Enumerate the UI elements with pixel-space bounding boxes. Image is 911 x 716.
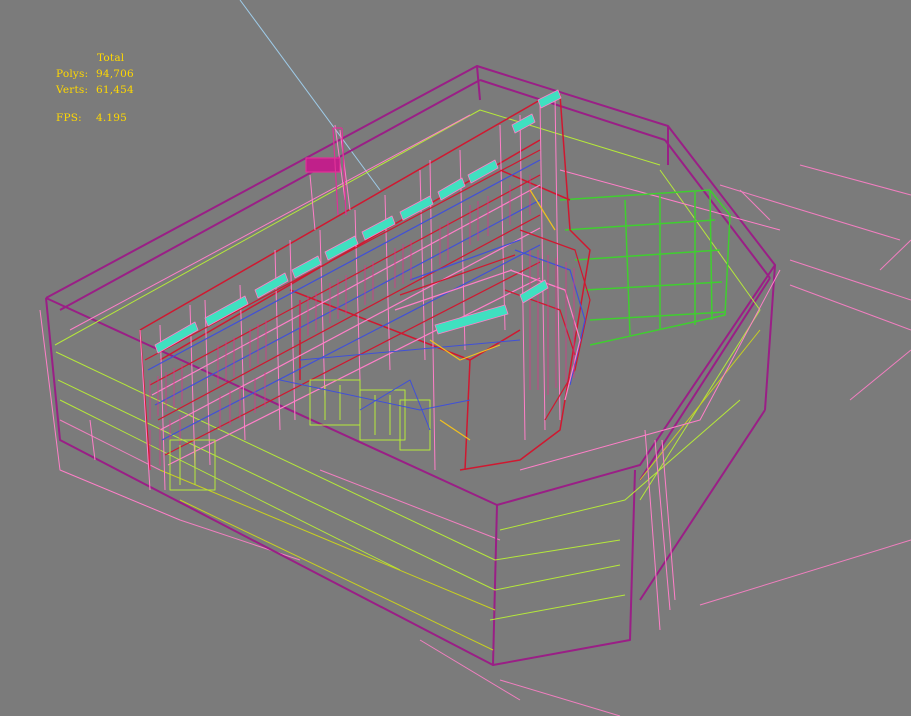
stats-header: Total bbox=[97, 52, 125, 64]
wireframe-scene[interactable] bbox=[0, 0, 911, 716]
polys-row: Polys: 94,706 bbox=[56, 66, 134, 82]
polys-value: 94,706 bbox=[96, 68, 134, 80]
olive-lines bbox=[159, 329, 761, 651]
polys-label: Polys: bbox=[56, 68, 89, 80]
viewport-3d[interactable]: Total Polys: 94,706 Verts: 61,454 FPS: 4.19… bbox=[0, 0, 911, 716]
fps-label: FPS: bbox=[56, 112, 82, 124]
fps-value: 4.195 bbox=[96, 112, 128, 124]
verts-label: Verts: bbox=[56, 84, 89, 96]
verts-value: 61,454 bbox=[96, 84, 134, 96]
stats-gap bbox=[56, 98, 134, 110]
fps-row: FPS: 4.195 bbox=[56, 110, 134, 126]
verts-row: Verts: 61,454 bbox=[56, 82, 134, 98]
stats-overlay: Total Polys: 94,706 Verts: 61,454 FPS: 4.19… bbox=[56, 50, 134, 126]
stand-columns bbox=[139, 94, 561, 491]
